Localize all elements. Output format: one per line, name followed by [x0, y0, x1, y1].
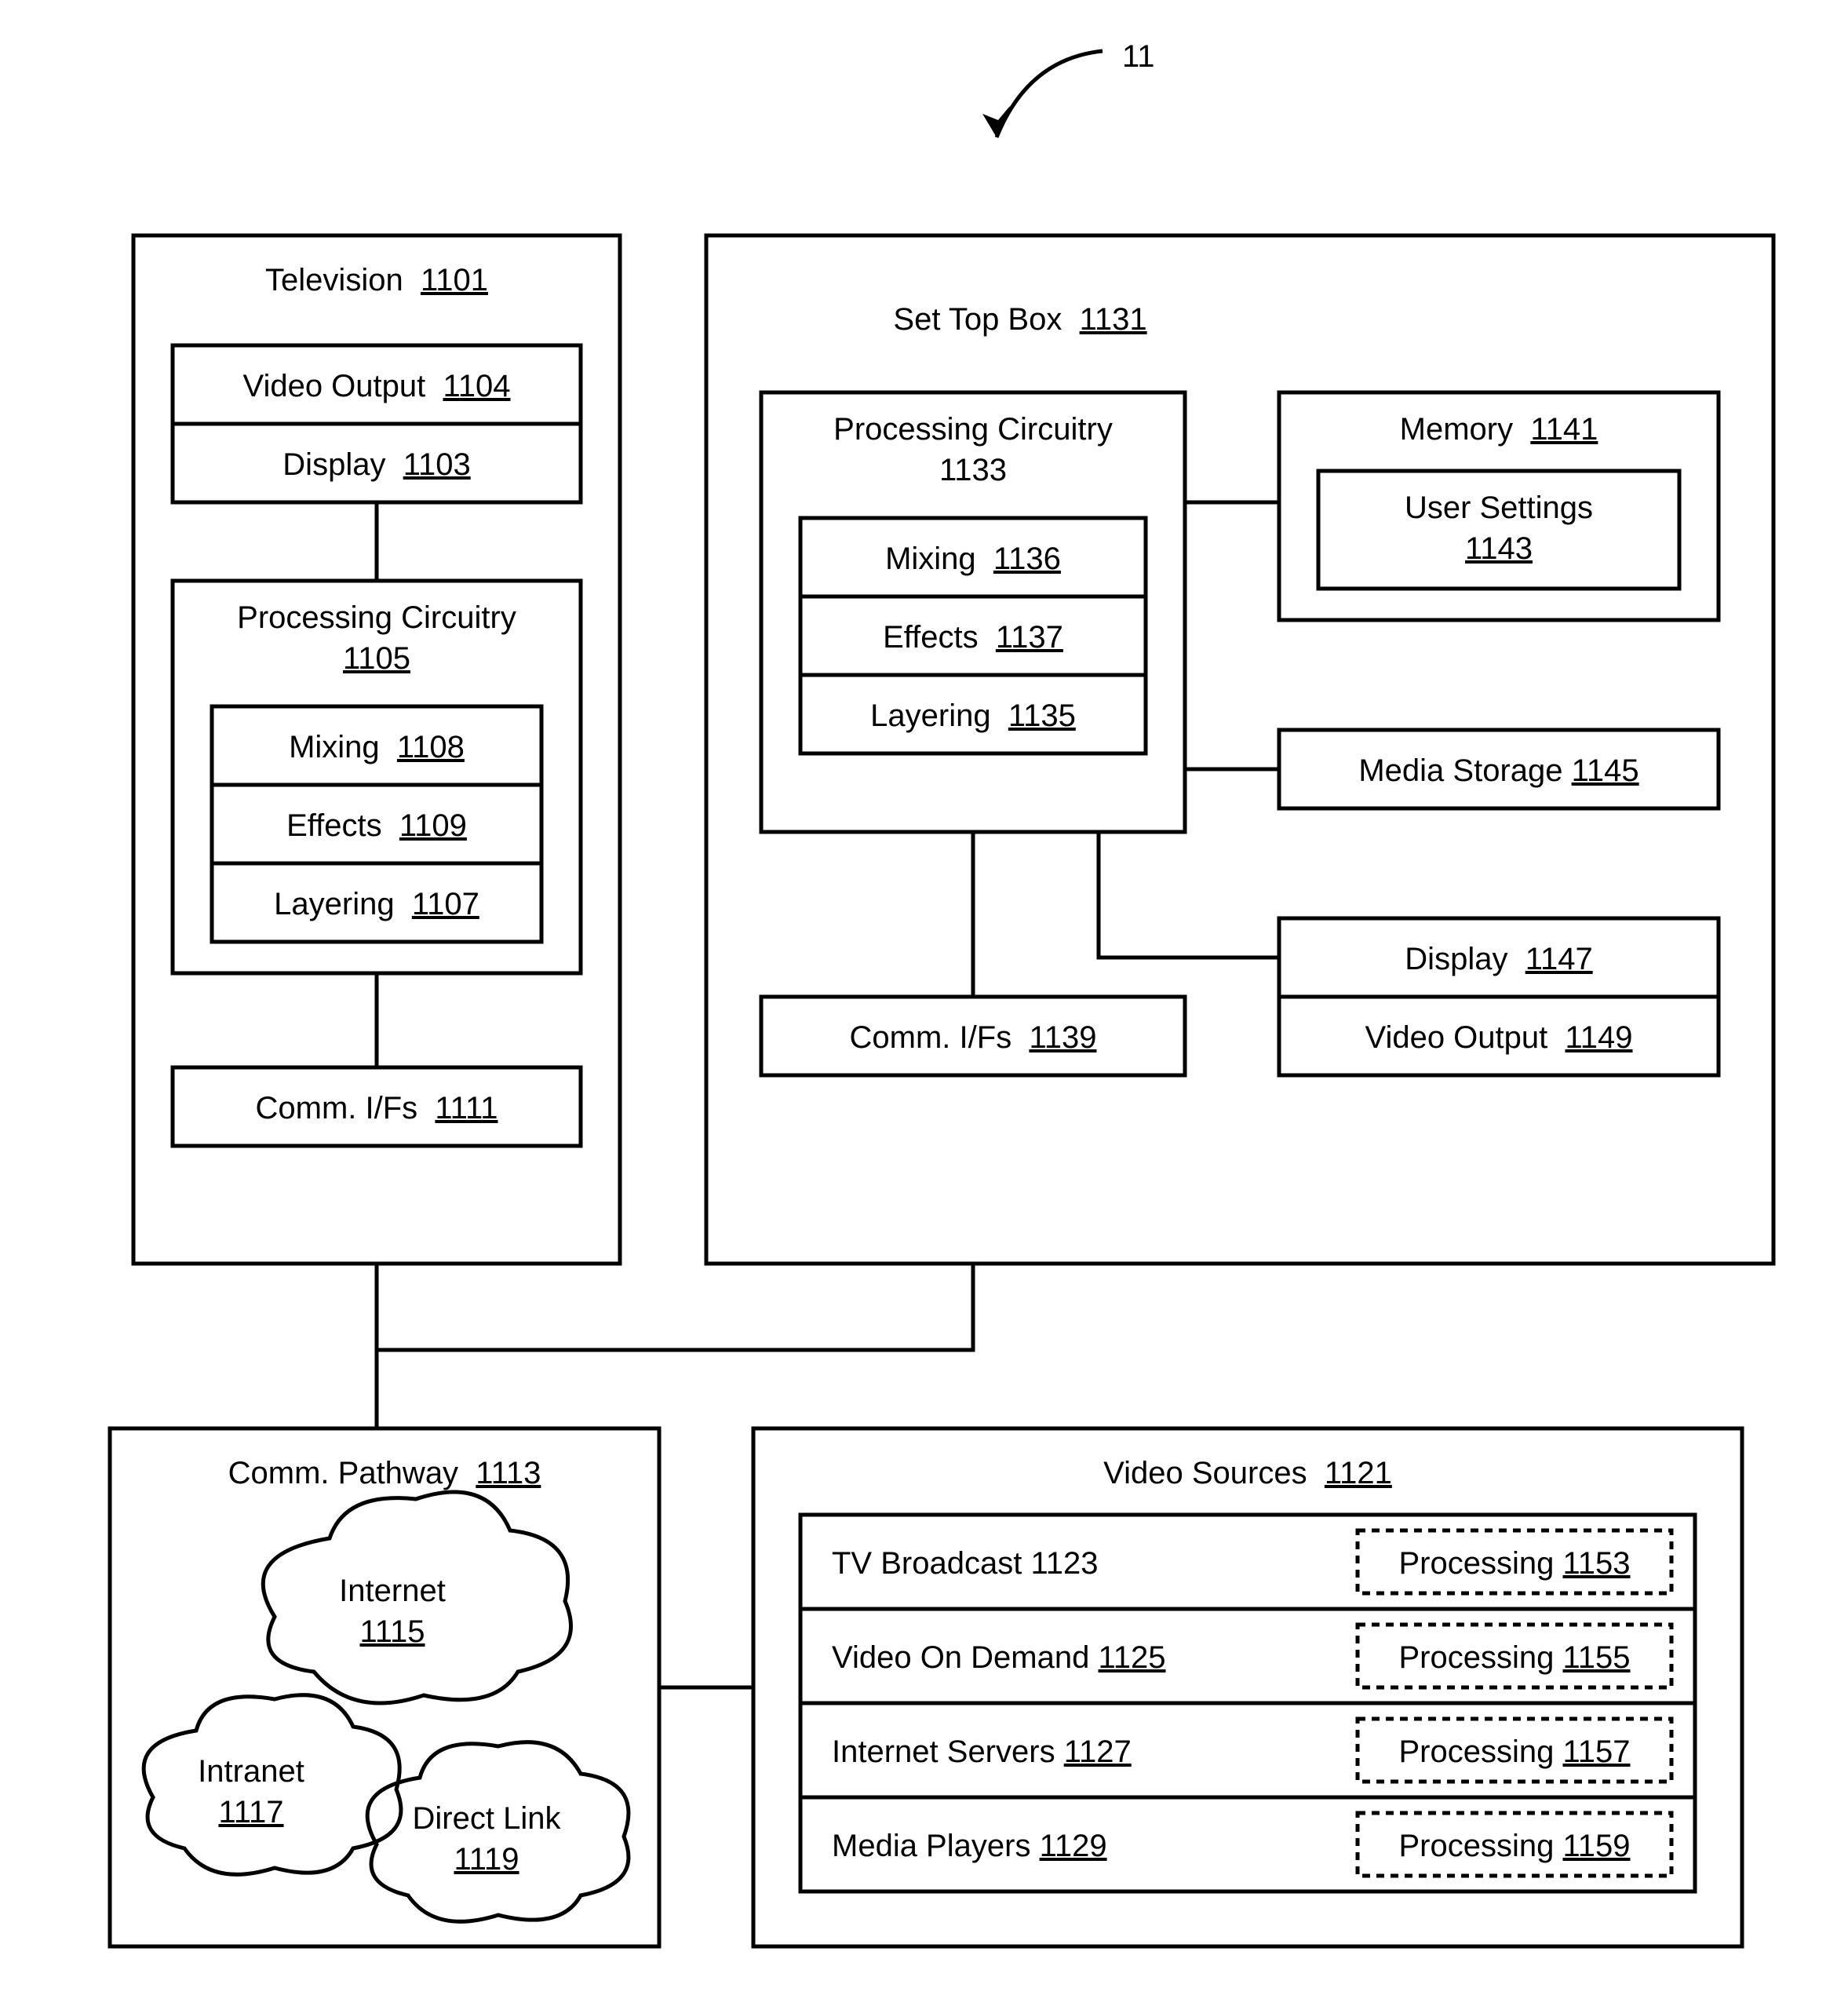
directlink-ref: 1119: [454, 1842, 519, 1877]
source-row-2-label: Internet Servers 1127: [832, 1735, 1132, 1769]
television-title: Television 1101: [265, 263, 488, 297]
tv-commifs-label: Comm. I/Fs 1111: [256, 1091, 498, 1125]
stb-videooutput-label: Video Output 1149: [1365, 1020, 1632, 1055]
source-row-2-proc: Processing 1157: [1398, 1735, 1630, 1769]
stb-usersettings-label: User Settings: [1405, 491, 1593, 525]
diagram-canvas: 11 Television 1101 Video Output 1104 Dis…: [0, 0, 1848, 1999]
source-row-0-proc: Processing 1153: [1398, 1546, 1630, 1581]
intranet-cloud: Intranet 1117: [144, 1695, 401, 1875]
settopbox-block: Set Top Box 1131 Processing Circuitry 11…: [706, 235, 1773, 1264]
stb-title: Set Top Box 1131: [893, 302, 1146, 337]
stb-mediastorage-label: Media Storage 1145: [1358, 753, 1638, 788]
directlink-cloud: Direct Link 1119: [367, 1742, 629, 1922]
television-block: Television 1101 Video Output 1104 Displa…: [133, 235, 620, 1264]
intranet-label: Intranet: [198, 1754, 304, 1789]
stb-layering-label: Layering 1135: [870, 699, 1076, 733]
sources-title: Video Sources 1121: [1103, 1456, 1392, 1490]
internet-label: Internet: [339, 1574, 446, 1608]
source-row-0-label: TV Broadcast 1123: [832, 1546, 1098, 1581]
stb-mixing-label: Mixing 1136: [885, 542, 1061, 576]
internet-cloud: Internet 1115: [263, 1492, 570, 1703]
tv-layering-label: Layering 1107: [274, 887, 479, 921]
stb-commifs-label: Comm. I/Fs 1139: [850, 1020, 1097, 1055]
tv-mixing-label: Mixing 1108: [289, 730, 465, 764]
stb-processing-ref: 1133: [939, 453, 1007, 487]
tv-video-output-label: Video Output 1104: [242, 369, 510, 403]
tv-display-label: Display 1103: [282, 447, 470, 482]
source-row-1-proc: Processing 1155: [1398, 1640, 1630, 1675]
directlink-label: Direct Link: [413, 1801, 562, 1836]
source-row-3-label: Media Players 1129: [832, 1829, 1107, 1863]
stb-usersettings-ref: 1143: [1465, 531, 1533, 566]
tv-processing-ref: 1105: [343, 641, 410, 676]
source-row-3-proc: Processing 1159: [1398, 1829, 1630, 1863]
source-row-1-label: Video On Demand 1125: [832, 1640, 1166, 1675]
tv-effects-label: Effects 1109: [286, 808, 467, 843]
stb-memory-title: Memory 1141: [1400, 412, 1598, 447]
figure-ref-label: 11: [1122, 39, 1155, 74]
internet-ref: 1115: [359, 1614, 425, 1649]
pathway-title: Comm. Pathway 1113: [228, 1456, 541, 1490]
comm-pathway-block: Comm. Pathway 1113 Internet 1115 Intrane…: [110, 1428, 659, 1946]
figure-ref-arrow: 11: [982, 39, 1155, 137]
stb-effects-label: Effects 1137: [883, 620, 1063, 655]
video-sources-block: Video Sources 1121 TV Broadcast 1123 Pro…: [753, 1428, 1742, 1946]
stb-display-label: Display 1147: [1405, 942, 1592, 976]
tv-processing-title: Processing Circuitry: [237, 600, 516, 635]
stb-processing-title: Processing Circuitry: [833, 412, 1113, 447]
intranet-ref: 1117: [218, 1795, 283, 1829]
